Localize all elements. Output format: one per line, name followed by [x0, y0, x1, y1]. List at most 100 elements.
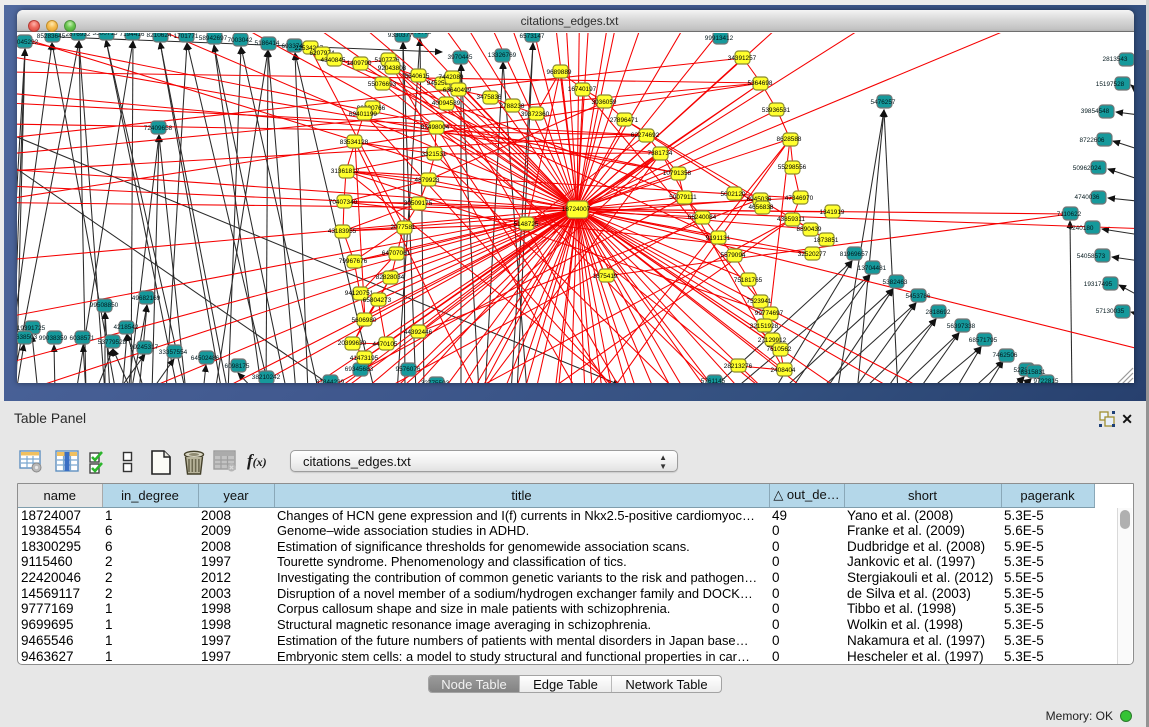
svg-text:39372360: 39372360 [521, 111, 550, 118]
svg-text:13704481: 13704481 [858, 265, 887, 272]
svg-text:4879923: 4879923 [415, 177, 440, 184]
svg-text:13326769: 13326769 [488, 52, 517, 59]
svg-text:50962024: 50962024 [1073, 165, 1102, 172]
svg-text:47346970: 47346970 [785, 195, 814, 202]
svg-text:66240084: 66240084 [688, 214, 717, 221]
svg-text:93638503: 93638503 [17, 334, 38, 341]
svg-text:3321531: 3321531 [422, 151, 447, 158]
svg-text:4340845: 4340845 [321, 57, 346, 64]
svg-text:1341919: 1341919 [820, 209, 845, 216]
svg-text:43859311: 43859311 [777, 216, 805, 223]
svg-text:7442089: 7442089 [439, 74, 464, 81]
svg-text:5606980: 5606980 [352, 317, 377, 324]
svg-text:8640615: 8640615 [405, 73, 430, 80]
svg-text:5148725: 5148725 [514, 221, 539, 228]
svg-text:5761145: 5761145 [701, 378, 726, 383]
svg-text:99038359: 99038359 [39, 335, 68, 342]
svg-text:2408404: 2408404 [771, 367, 796, 374]
svg-text:9191131: 9191131 [706, 235, 731, 242]
svg-text:68571795: 68571795 [969, 337, 998, 344]
svg-text:99774697: 99774697 [755, 310, 784, 317]
svg-text:7110622: 7110622 [1057, 211, 1082, 218]
svg-text:1873851: 1873851 [814, 237, 839, 244]
svg-text:81969657: 81969657 [840, 251, 869, 258]
svg-text:79967676: 79967676 [339, 258, 368, 265]
svg-text:82498004: 82498004 [421, 124, 450, 131]
svg-text:18724007: 18724007 [562, 206, 591, 213]
svg-text:33357554: 33357554 [159, 349, 188, 356]
svg-text:3970445: 3970445 [448, 54, 473, 61]
svg-text:49682169: 49682169 [132, 295, 161, 302]
svg-text:5579094: 5579094 [721, 252, 746, 259]
svg-text:4740036: 4740036 [1075, 194, 1100, 201]
svg-text:8628588: 8628588 [777, 136, 802, 143]
svg-text:63640499: 63640499 [443, 87, 472, 94]
svg-text:5186414: 5186414 [255, 40, 280, 47]
svg-text:1409790: 1409790 [347, 60, 372, 67]
svg-text:31361812: 31361812 [331, 168, 360, 175]
svg-text:19317495: 19317495 [1084, 281, 1113, 288]
svg-text:6038571: 6038571 [70, 335, 95, 342]
svg-text:16740197: 16740197 [568, 86, 597, 93]
svg-text:43183955: 43183955 [328, 228, 357, 235]
svg-text:30509175: 30509175 [404, 200, 433, 207]
svg-text:94120751: 94120751 [345, 290, 374, 297]
svg-text:6098175: 6098175 [225, 363, 250, 370]
svg-text:99508850: 99508850 [90, 302, 119, 309]
svg-text:8722606: 8722606 [1080, 137, 1105, 144]
svg-text:10791358: 10791358 [663, 170, 692, 177]
svg-text:3036059: 3036059 [592, 99, 617, 106]
svg-text:41473195: 41473195 [350, 355, 379, 362]
svg-text:2818692: 2818692 [926, 309, 951, 316]
svg-text:8890439: 8890439 [797, 226, 822, 233]
svg-text:2813543: 2813543 [1103, 56, 1128, 63]
svg-text:92043803: 92043803 [378, 65, 407, 72]
svg-text:4218542: 4218542 [114, 324, 139, 331]
svg-text:65804273: 65804273 [363, 297, 392, 304]
svg-text:39854548: 39854548 [1081, 108, 1110, 115]
svg-text:2788238: 2788238 [500, 103, 525, 110]
svg-text:69401199: 69401199 [349, 111, 377, 118]
svg-text:50079111: 50079111 [669, 194, 697, 201]
svg-text:28213276: 28213276 [724, 363, 753, 370]
svg-text:1701771: 1701771 [174, 33, 199, 40]
svg-text:7610562: 7610562 [767, 346, 792, 353]
svg-text:87844239: 87844239 [316, 379, 345, 383]
svg-text:58942697: 58942697 [199, 35, 228, 42]
svg-text:83534128: 83534128 [340, 139, 369, 146]
svg-text:84045292: 84045292 [17, 39, 39, 46]
svg-text:64707061: 64707061 [382, 250, 411, 257]
svg-text:5453786: 5453786 [906, 293, 931, 300]
svg-text:55298556: 55298556 [778, 164, 807, 171]
svg-text:40094589: 40094589 [432, 100, 461, 107]
svg-text:32775593: 32775593 [421, 380, 450, 383]
svg-text:5002120: 5002120 [721, 191, 746, 198]
svg-text:7523941: 7523941 [747, 298, 772, 305]
svg-text:9576076: 9576076 [396, 366, 421, 373]
svg-text:4240180: 4240180 [1069, 225, 1094, 232]
svg-text:54058573: 54058573 [1077, 253, 1106, 260]
svg-text:99245317: 99245317 [130, 344, 159, 351]
svg-text:5382463: 5382463 [883, 279, 908, 286]
svg-text:7462506: 7462506 [993, 352, 1018, 359]
svg-text:5364698: 5364698 [748, 80, 773, 87]
svg-text:53779528: 53779528 [98, 339, 127, 346]
svg-text:69345683: 69345683 [345, 366, 374, 373]
svg-text:3500715: 3500715 [93, 33, 118, 37]
svg-text:6573147: 6573147 [520, 33, 545, 40]
svg-text:4470105: 4470105 [373, 341, 398, 348]
svg-text:55076693: 55076693 [368, 81, 397, 88]
svg-text:99913412: 99913412 [705, 35, 734, 42]
svg-text:32151928: 32151928 [750, 323, 779, 330]
svg-text:75181765: 75181765 [734, 277, 763, 284]
svg-text:53936531: 53936531 [762, 107, 791, 114]
svg-text:56397338: 56397338 [947, 323, 976, 330]
svg-text:15197528: 15197528 [1096, 81, 1125, 88]
svg-text:20399639: 20399639 [338, 340, 367, 347]
svg-text:72409658: 72409658 [144, 125, 173, 132]
svg-text:85283645: 85283645 [37, 33, 66, 40]
svg-text:4971793: 4971793 [407, 33, 432, 36]
svg-text:7003042: 7003042 [228, 37, 253, 44]
svg-text:27896471: 27896471 [610, 117, 639, 124]
svg-text:4656838: 4656838 [749, 204, 774, 211]
